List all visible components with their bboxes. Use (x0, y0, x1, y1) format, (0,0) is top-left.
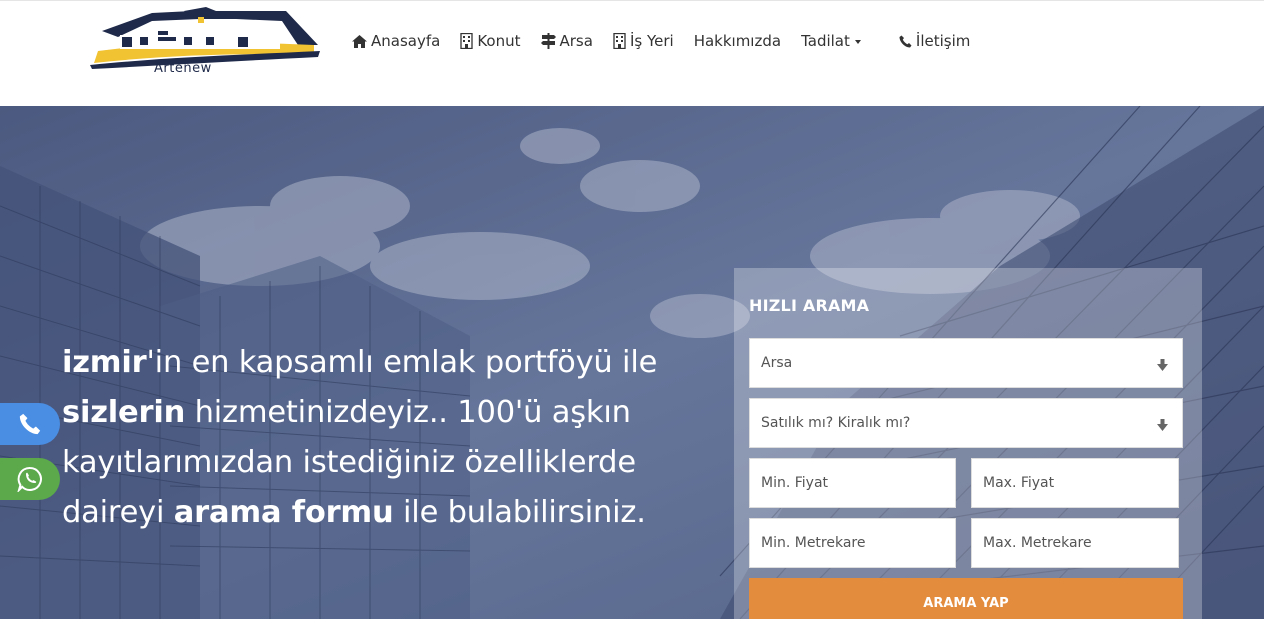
home-icon (352, 34, 367, 48)
hero-text-line1: 'in en kapsamlı emlak portföyü ile (146, 345, 658, 380)
building-icon (460, 33, 473, 49)
call-button[interactable] (0, 403, 60, 445)
min-area-placeholder: Min. Metrekare (761, 535, 866, 551)
nav-item-iletisim[interactable]: İletişim (899, 32, 970, 50)
signpost-icon (540, 33, 556, 49)
hero-tagline: izmir'in en kapsamlı emlak portföyü ile … (62, 338, 682, 538)
whatsapp-icon (17, 466, 42, 492)
quick-search-title: HIZLI ARAMA (749, 296, 870, 315)
search-button-label: ARAMA YAP (923, 595, 1009, 611)
caret-down-icon (854, 40, 861, 44)
nav-label: Anasayfa (371, 32, 441, 50)
property-type-select[interactable]: Arsa (749, 338, 1183, 388)
quick-search-panel: HIZLI ARAMA Arsa Satılık mı? Kiralık mı?… (734, 268, 1202, 619)
listing-status-select[interactable]: Satılık mı? Kiralık mı? (749, 398, 1183, 448)
hero-text-line4-end: ile bulabilirsiniz. (393, 495, 646, 530)
listing-status-value: Satılık mı? Kiralık mı? (761, 415, 911, 431)
hero-bold-city: izmir (62, 345, 147, 380)
brand-name: Artenew (154, 61, 212, 76)
nav-item-anasayfa[interactable]: Anasayfa (352, 32, 440, 50)
nav-item-arsa[interactable]: Arsa (540, 32, 593, 50)
hero-bold-form: arama formu (173, 495, 394, 530)
building-icon (613, 33, 626, 49)
nav-item-konut[interactable]: Konut (460, 32, 521, 50)
hero-text-line3: kayıtlarımızdan istediğiniz özelliklerde (62, 445, 636, 480)
nav-label: Tadilat (801, 32, 850, 50)
hero-text-line4-start: daireyi (62, 495, 174, 530)
nav-label: İş Yeri (629, 32, 674, 50)
min-price-input[interactable]: Min. Fiyat (749, 458, 956, 508)
max-price-input[interactable]: Max. Fiyat (971, 458, 1179, 508)
min-price-placeholder: Min. Fiyat (761, 475, 829, 491)
phone-icon (19, 413, 41, 435)
arrow-down-icon (1157, 419, 1168, 431)
nav-label: İletişim (915, 32, 971, 50)
nav-item-is-yeri[interactable]: İş Yeri (613, 32, 674, 50)
arrow-down-icon (1157, 359, 1168, 371)
phone-icon (899, 35, 912, 47)
min-area-input[interactable]: Min. Metrekare (749, 518, 956, 568)
hero-bold-you: sizlerin (62, 395, 186, 430)
max-area-placeholder: Max. Metrekare (983, 535, 1092, 551)
main-nav: Anasayfa Konut Arsa İş Yeri Hakkımızda T… (352, 30, 990, 52)
nav-label: Hakkımızda (693, 32, 782, 50)
whatsapp-button[interactable] (0, 458, 60, 500)
hero-text-line2: hizmetinizdeyiz.. 100'ü aşkın (185, 395, 631, 430)
search-submit-button[interactable]: ARAMA YAP (749, 578, 1183, 619)
nav-item-tadilat[interactable]: Tadilat (801, 32, 861, 50)
nav-label: Arsa (559, 32, 593, 50)
hero-section: izmir'in en kapsamlı emlak portföyü ile … (0, 106, 1264, 619)
nav-item-hakkimizda[interactable]: Hakkımızda (694, 32, 781, 50)
nav-label: Konut (477, 32, 521, 50)
max-area-input[interactable]: Max. Metrekare (971, 518, 1179, 568)
max-price-placeholder: Max. Fiyat (983, 475, 1055, 491)
property-type-value: Arsa (761, 355, 793, 371)
site-header: Artenew Anasayfa Konut Arsa İş Yeri Hakk… (0, 0, 1264, 106)
